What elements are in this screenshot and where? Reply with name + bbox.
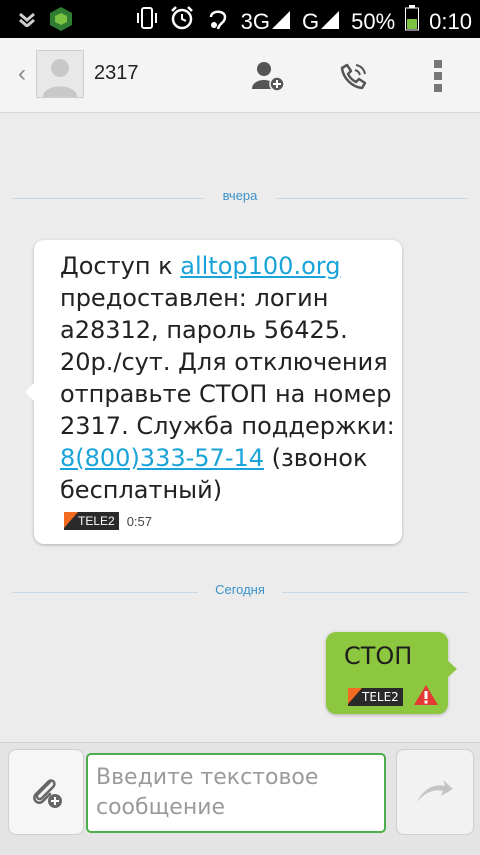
site-link[interactable]: alltop100.org: [180, 252, 340, 280]
outgoing-message-bubble[interactable]: СТОП TELE2: [326, 632, 457, 714]
contact-name[interactable]: 2317: [94, 62, 139, 85]
power-saver-icon: [205, 5, 231, 38]
date-separator-yesterday: вчера: [12, 188, 468, 208]
phone-link[interactable]: 8(800)333-57-14: [60, 444, 264, 472]
date-label: вчера: [222, 188, 258, 203]
call-icon[interactable]: [334, 56, 374, 96]
add-contact-icon[interactable]: [248, 56, 288, 96]
contact-avatar-icon[interactable]: [36, 50, 84, 98]
carrier-badge: TELE2: [348, 688, 403, 706]
back-chevron-icon[interactable]: ‹: [18, 60, 26, 88]
incoming-message-bubble[interactable]: Доступ к alltop100.org предоставлен: лог…: [25, 240, 402, 544]
send-arrow-icon: [417, 780, 453, 802]
message-time: 0:57: [126, 513, 152, 529]
usb-icon: [18, 11, 36, 32]
battery-icon: [405, 5, 420, 38]
paperclip-add-icon: [33, 779, 62, 808]
outgoing-message-text: СТОП: [344, 642, 413, 670]
date-label: Сегодня: [215, 582, 265, 597]
error-warning-icon[interactable]: [413, 684, 439, 710]
carrier-badge: TELE2: [64, 512, 119, 530]
attach-button[interactable]: [8, 749, 84, 835]
alarm-icon: [169, 5, 195, 38]
status-bar: 3G G 50% 0:10: [0, 0, 480, 38]
outgoing-meta: TELE2: [348, 684, 439, 710]
compose-bar: [0, 742, 480, 855]
conversation-toolbar: ‹ 2317: [0, 38, 480, 113]
incoming-message-text: Доступ к alltop100.org предоставлен: лог…: [60, 252, 395, 504]
clock: 0:10: [429, 8, 472, 34]
shield-app-icon: [48, 6, 74, 37]
date-separator-today: Сегодня: [12, 582, 468, 602]
vibrate-icon: [135, 5, 159, 38]
signal-g-icon: G: [302, 8, 341, 36]
overflow-menu-icon[interactable]: [418, 56, 458, 96]
battery-percent: 50%: [351, 8, 396, 34]
message-input[interactable]: [86, 753, 386, 833]
send-button[interactable]: [396, 749, 474, 835]
incoming-meta: TELE2 0:57: [64, 512, 152, 530]
signal-3g-icon: 3G: [241, 8, 292, 36]
